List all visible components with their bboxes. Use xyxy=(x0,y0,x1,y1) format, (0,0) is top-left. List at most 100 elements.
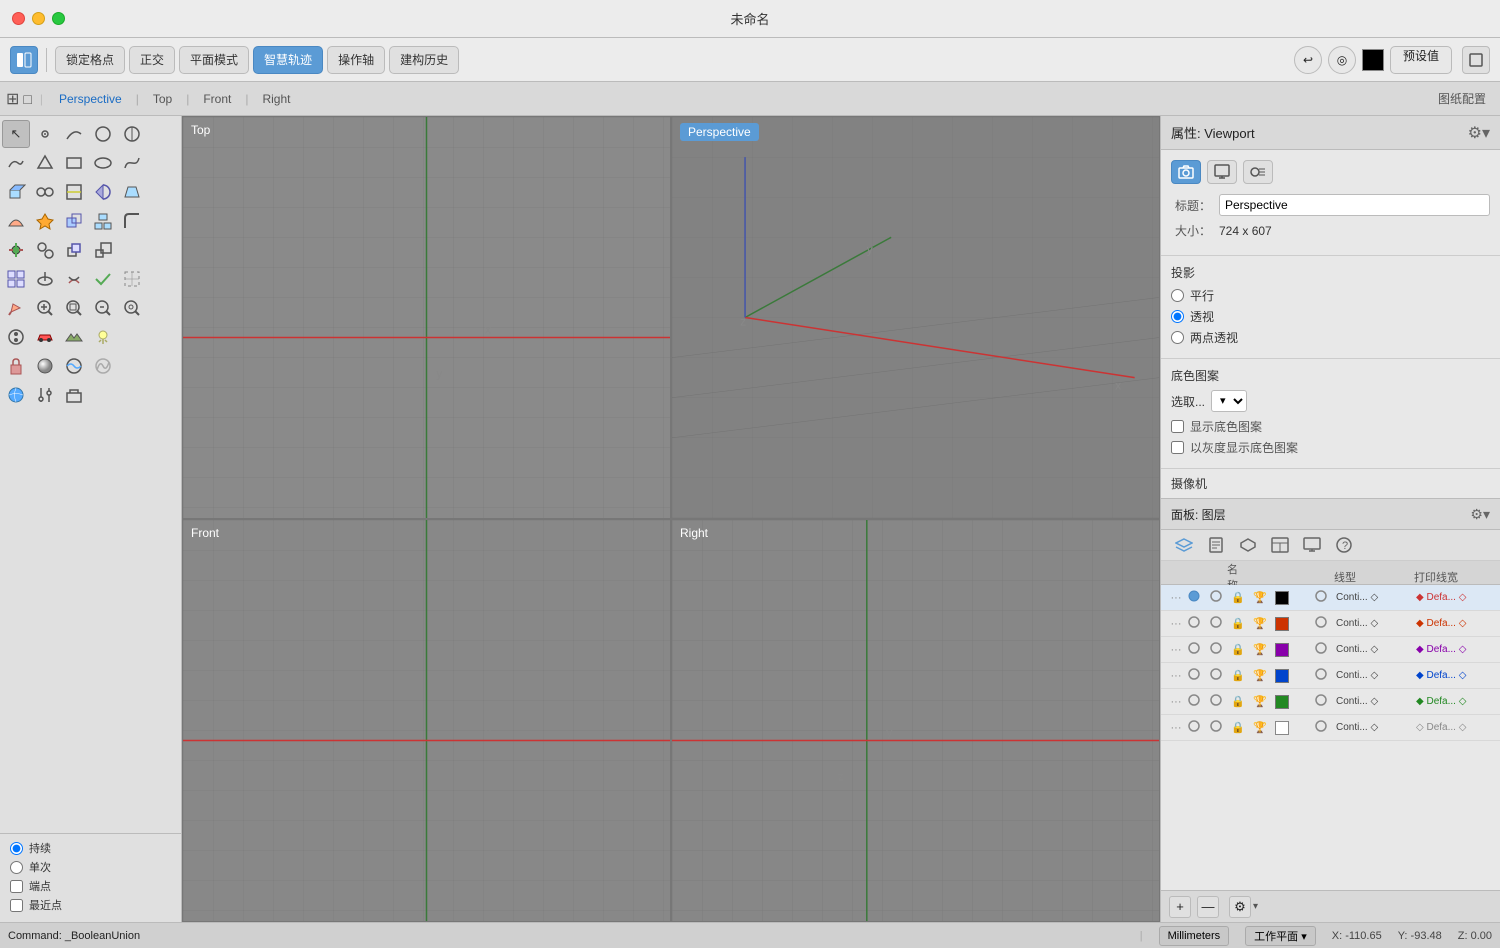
tool-point[interactable] xyxy=(31,120,59,148)
tab-perspective[interactable]: Perspective xyxy=(47,85,134,113)
layer-printwidth[interactable]: ◆ Defa... ◇ xyxy=(1416,670,1496,681)
drawing-settings-button[interactable]: 图纸配置 xyxy=(1438,90,1494,107)
snap-nearest-checkbox[interactable] xyxy=(10,899,23,912)
tool-snap-settings[interactable] xyxy=(31,381,59,409)
tool-move[interactable] xyxy=(60,236,88,264)
tool-terrain[interactable] xyxy=(60,323,88,351)
layer-material-icon[interactable]: 🏆 xyxy=(1253,591,1275,604)
layer-print-dot[interactable] xyxy=(1314,693,1336,710)
tool-loft[interactable] xyxy=(118,178,146,206)
toolbar-circle-btn-2[interactable]: ◎ xyxy=(1328,46,1356,74)
layer-printwidth[interactable]: ◆ Defa... ◇ xyxy=(1416,644,1496,655)
prop-icon-display[interactable] xyxy=(1207,160,1237,184)
tool-array[interactable] xyxy=(89,207,117,235)
layer-visible-icon[interactable] xyxy=(1209,667,1231,684)
viewport-front[interactable]: Front z x xyxy=(182,519,671,922)
layer-visible-icon[interactable] xyxy=(1209,641,1231,658)
layer-lock-icon[interactable]: 🔒 xyxy=(1231,669,1253,682)
tool-trim[interactable] xyxy=(60,178,88,206)
tool-env[interactable] xyxy=(60,352,88,380)
layer-visible-icon[interactable] xyxy=(1209,615,1231,632)
layer-linetype[interactable]: Conti... ◇ xyxy=(1336,722,1416,733)
layer-color-swatch[interactable] xyxy=(1275,617,1314,631)
layer-print-dot[interactable] xyxy=(1314,589,1336,606)
layers-panel-settings-icon[interactable]: ⚙▾ xyxy=(1470,506,1490,523)
tool-rect[interactable] xyxy=(60,149,88,177)
layer-color-swatch[interactable] xyxy=(1275,669,1314,683)
tool-boolean[interactable] xyxy=(60,207,88,235)
layer-linetype[interactable]: Conti... ◇ xyxy=(1336,670,1416,681)
view-grid-icon[interactable]: ⊞ xyxy=(6,89,19,109)
layer-active-dot[interactable] xyxy=(1187,719,1209,736)
tool-material[interactable] xyxy=(31,352,59,380)
proj-twopoint-radio[interactable] xyxy=(1171,331,1184,344)
close-button[interactable] xyxy=(12,12,25,25)
layer-row[interactable]: ··· 🔒 🏆 Conti... ◇ xyxy=(1161,585,1500,611)
layer-linetype[interactable]: Conti... ◇ xyxy=(1336,644,1416,655)
toolbar-circle-btn-1[interactable]: ↩ xyxy=(1294,46,1322,74)
layer-printwidth[interactable]: ◆ Defa... ◇ xyxy=(1416,618,1496,629)
layer-material-icon[interactable]: 🏆 xyxy=(1253,617,1275,630)
maximize-button[interactable] xyxy=(52,12,65,25)
layer-material-icon[interactable]: 🏆 xyxy=(1253,669,1275,682)
viewport-perspective[interactable]: Perspective xyxy=(671,116,1160,519)
view-layout-icon[interactable]: □ xyxy=(23,91,31,107)
tool-fillet[interactable] xyxy=(118,207,146,235)
proj-parallel-radio[interactable] xyxy=(1171,289,1184,302)
minimize-button[interactable] xyxy=(32,12,45,25)
tool-join[interactable] xyxy=(31,178,59,206)
viewport-top[interactable]: Top y x xyxy=(182,116,671,519)
layer-material-icon[interactable]: 🏆 xyxy=(1253,695,1275,708)
bg-select-dropdown[interactable]: ▾ xyxy=(1211,390,1247,412)
layer-lock-icon[interactable]: 🔒 xyxy=(1231,617,1253,630)
layout-right-button[interactable] xyxy=(1462,46,1490,74)
tool-align[interactable] xyxy=(31,236,59,264)
snap-persistent-radio[interactable] xyxy=(10,842,23,855)
layer-visible-icon[interactable] xyxy=(1209,589,1231,606)
layers-add-button[interactable]: + xyxy=(1169,896,1191,918)
smart-track-button[interactable]: 智慧轨迹 xyxy=(253,46,323,74)
tool-light[interactable] xyxy=(89,323,117,351)
tool-revolve[interactable] xyxy=(89,178,117,206)
viewport-right[interactable]: Right z y xyxy=(671,519,1160,922)
units-button[interactable]: Millimeters xyxy=(1159,926,1230,946)
layer-menu-icon[interactable]: ··· xyxy=(1165,644,1187,656)
layer-color-swatch[interactable] xyxy=(1275,695,1314,709)
tool-gumball[interactable] xyxy=(2,236,30,264)
tool-globe[interactable] xyxy=(2,381,30,409)
layer-row[interactable]: ··· 🔒 🏆 Conti... ◇ xyxy=(1161,715,1500,741)
prop-icon-camera[interactable] xyxy=(1171,160,1201,184)
layers-remove-button[interactable]: — xyxy=(1197,896,1219,918)
tool-lock[interactable] xyxy=(2,352,30,380)
layer-linetype[interactable]: Conti... ◇ xyxy=(1336,592,1416,603)
snap-endpoint-checkbox[interactable] xyxy=(10,880,23,893)
tool-curve2[interactable] xyxy=(89,120,117,148)
layers-icon-3d[interactable] xyxy=(1235,534,1261,556)
tool-named-positions[interactable] xyxy=(60,381,88,409)
layer-row[interactable]: ··· 🔒 🏆 Conti... ◇ xyxy=(1161,637,1500,663)
lock-grid-button[interactable]: 锁定格点 xyxy=(55,46,125,74)
layer-row[interactable]: ··· 🔒 🏆 Conti... ◇ xyxy=(1161,663,1500,689)
tool-paint[interactable] xyxy=(2,294,30,322)
tool-spline[interactable] xyxy=(118,149,146,177)
tool-poly1[interactable] xyxy=(31,149,59,177)
tool-dims[interactable] xyxy=(2,265,30,293)
layer-color-swatch[interactable] xyxy=(1275,591,1314,605)
tool-zoom-ext[interactable] xyxy=(31,294,59,322)
tab-front[interactable]: Front xyxy=(191,85,243,113)
layer-material-icon[interactable]: 🏆 xyxy=(1253,721,1275,734)
tool-zoom-sel[interactable] xyxy=(89,294,117,322)
layer-color-swatch[interactable] xyxy=(1275,643,1314,657)
plane-mode-button[interactable]: 平面模式 xyxy=(179,46,249,74)
operation-axis-button[interactable]: 操作轴 xyxy=(327,46,385,74)
preset-button[interactable]: 预设值 xyxy=(1390,46,1452,74)
tab-right[interactable]: Right xyxy=(250,85,302,113)
layers-icon-help[interactable]: ? xyxy=(1331,534,1357,556)
snap-single-radio[interactable] xyxy=(10,861,23,874)
layer-row[interactable]: ··· 🔒 🏆 Conti... ◇ xyxy=(1161,611,1500,637)
layout-left-button[interactable] xyxy=(10,46,38,74)
tool-pan[interactable] xyxy=(2,323,30,351)
layer-printwidth[interactable]: ◆ Defa... ◇ xyxy=(1416,696,1496,707)
tool-check[interactable] xyxy=(89,265,117,293)
layer-active-dot[interactable] xyxy=(1187,693,1209,710)
